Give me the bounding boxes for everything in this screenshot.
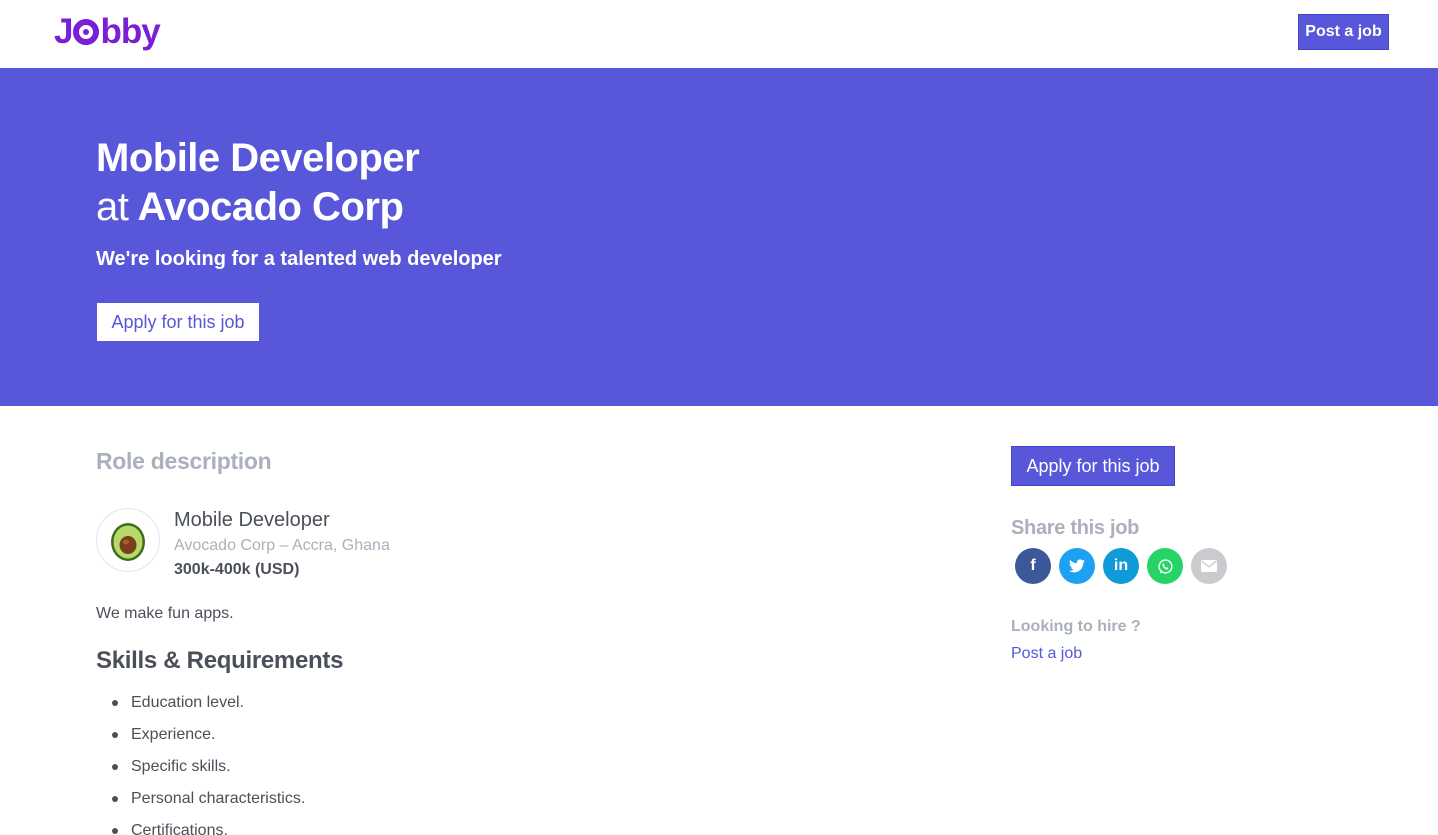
company-description: We make fun apps. bbox=[96, 605, 234, 622]
envelope-icon bbox=[1201, 560, 1217, 572]
navbar: Jbby Post a job bbox=[0, 0, 1438, 68]
hero-banner: Mobile Developer at Avocado Corp We're l… bbox=[0, 68, 1438, 406]
sidebar-apply-button[interactable]: Apply for this job bbox=[1011, 446, 1175, 486]
list-item: Education level. bbox=[111, 694, 305, 726]
logo-text-end: bby bbox=[100, 12, 160, 51]
list-item: Specific skills. bbox=[111, 758, 305, 790]
job-name: Mobile Developer bbox=[174, 509, 330, 531]
twitter-bird-icon bbox=[1069, 559, 1085, 573]
hero-at-word: at bbox=[96, 185, 129, 229]
share-heading: Share this job bbox=[1011, 517, 1140, 539]
email-share-icon[interactable] bbox=[1191, 548, 1227, 584]
avocado-icon bbox=[111, 523, 145, 561]
whatsapp-phone-icon bbox=[1157, 558, 1173, 574]
jobby-logo[interactable]: Jbby bbox=[54, 12, 161, 52]
post-job-link[interactable]: Post a job bbox=[1011, 645, 1082, 663]
hero-job-title: Mobile Developer bbox=[96, 136, 420, 180]
company-logo bbox=[96, 508, 160, 572]
list-item: Experience. bbox=[111, 726, 305, 758]
twitter-share-icon[interactable] bbox=[1059, 548, 1095, 584]
list-item: Personal characteristics. bbox=[111, 790, 305, 822]
facebook-glyph: f bbox=[1030, 557, 1036, 574]
skills-list: Education level. Experience. Specific sk… bbox=[111, 694, 305, 835]
logo-o-icon bbox=[73, 19, 100, 45]
share-buttons: f in bbox=[1015, 548, 1227, 584]
skills-heading: Skills & Requirements bbox=[96, 647, 344, 674]
hero-apply-button[interactable]: Apply for this job bbox=[97, 303, 259, 341]
hero-tagline: We're looking for a talented web develop… bbox=[96, 248, 502, 270]
page-title: Mobile Developer at Avocado Corp bbox=[96, 134, 420, 232]
list-item: Certifications. bbox=[111, 822, 305, 835]
whatsapp-share-icon[interactable] bbox=[1147, 548, 1183, 584]
hire-label: Looking to hire ? bbox=[1011, 618, 1141, 635]
linkedin-glyph: in bbox=[1113, 557, 1129, 574]
logo-text-start: J bbox=[54, 12, 73, 51]
linkedin-share-icon[interactable]: in bbox=[1103, 548, 1139, 584]
facebook-share-icon[interactable]: f bbox=[1015, 548, 1051, 584]
hero-company-name: Avocado Corp bbox=[137, 185, 404, 229]
company-location: Avocado Corp – Accra, Ghana bbox=[174, 537, 390, 554]
salary-range: 300k-400k (USD) bbox=[174, 561, 300, 578]
role-description-heading: Role description bbox=[96, 448, 272, 474]
post-job-button[interactable]: Post a job bbox=[1298, 14, 1389, 50]
